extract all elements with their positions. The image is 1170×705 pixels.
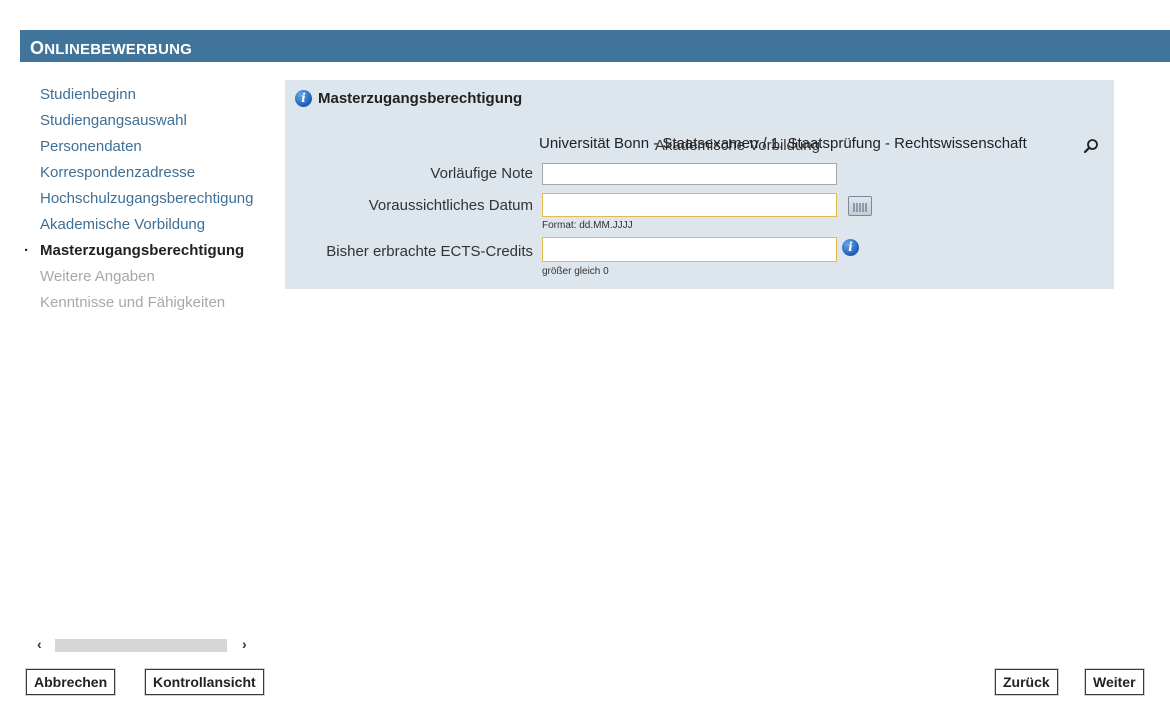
sidebar-item-hochschulzugangsberechtigung[interactable]: Hochschulzugangsberechtigung: [20, 190, 278, 216]
info-icon: i: [295, 89, 312, 107]
sidebar-nav: Studienbeginn Studiengangsauswahl Person…: [20, 86, 278, 320]
voraussichtliches-datum-input[interactable]: [542, 193, 837, 217]
ects-hint: größer gleich 0: [542, 266, 609, 277]
vorlaeufige-note-input[interactable]: [542, 163, 837, 185]
date-format-hint: Format: dd.MM.JJJJ: [542, 220, 633, 231]
weiter-button[interactable]: Weiter: [1085, 669, 1144, 695]
sidebar-item-kenntnisse: Kenntnisse und Fähigkeiten: [40, 294, 226, 311]
horizontal-scrollbar[interactable]: ‹ ›: [35, 636, 257, 653]
kontrollansicht-button[interactable]: Kontrollansicht: [145, 669, 264, 695]
label-ects: Bisher erbrachte ECTS-Credits: [326, 243, 533, 260]
scroll-left-icon[interactable]: ‹: [37, 636, 42, 652]
zurueck-button[interactable]: Zurück: [995, 669, 1058, 695]
scroll-right-icon[interactable]: ›: [242, 636, 247, 652]
magnifier-icon[interactable]: [1083, 138, 1099, 154]
form-panel: i Masterzugangsberechtigung Akademische V…: [285, 80, 1114, 289]
app-title: ONLINEBEWERBUNG: [30, 38, 193, 58]
label-voraussichtliches-datum: Voraussichtliches Datum: [368, 197, 533, 214]
active-bullet: ·: [24, 242, 29, 259]
calendar-icon[interactable]: [848, 196, 872, 216]
ects-input[interactable]: [542, 237, 837, 262]
panel-title: i Masterzugangsberechtigung: [295, 89, 522, 110]
sidebar-item-akademische-vorbildung[interactable]: Akademische Vorbildung: [20, 216, 278, 242]
label-vorlaeufige-note: Vorläufige Note: [430, 165, 533, 182]
sidebar-item-personendaten[interactable]: Personendaten: [20, 138, 278, 164]
sidebar-item-studiengangsauswahl[interactable]: Studiengangsauswahl: [20, 112, 278, 138]
sidebar-item-studienbeginn[interactable]: Studienbeginn: [20, 86, 278, 112]
sidebar-item-korrespondenzadresse[interactable]: Korrespondenzadresse: [20, 164, 278, 190]
abbrechen-button[interactable]: Abbrechen: [26, 669, 116, 695]
sidebar-item-weitere-angaben: Weitere Angaben: [40, 268, 155, 285]
ects-info-icon[interactable]: i: [842, 239, 859, 256]
sidebar-item-masterzugangsberechtigung: · Masterzugangsberechtigung: [24, 242, 245, 259]
scrollbar-thumb[interactable]: [55, 639, 227, 652]
app-header: ONLINEBEWERBUNG: [20, 30, 1170, 62]
value-akademische-vorbildung: Universität Bonn - Staatsexamen / 1. Sta…: [539, 135, 1027, 152]
